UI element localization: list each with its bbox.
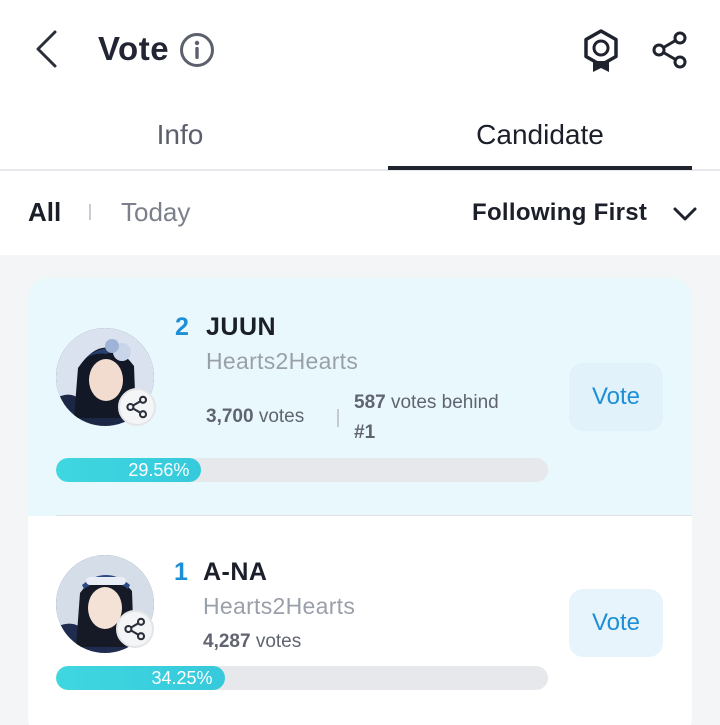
tab-candidate[interactable]: Candidate [388, 100, 692, 169]
filter-all[interactable]: All [28, 197, 61, 228]
candidate-row: 2 JUUN Hearts2Hearts 3,700 votes 587 vot… [28, 278, 692, 516]
candidate-list: 2 JUUN Hearts2Hearts 3,700 votes 587 vot… [28, 278, 692, 725]
filter-bar: All Today Following First [0, 171, 720, 255]
rank-number: 2 [175, 313, 189, 341]
active-tab-indicator [388, 166, 692, 170]
share-icon [652, 31, 687, 69]
share-button[interactable] [650, 30, 690, 70]
votes-behind: 587 votes behind #1 [354, 388, 544, 448]
avatar-share-button[interactable] [116, 610, 154, 648]
chevron-down-icon[interactable] [672, 205, 698, 223]
tab-bar: Info Candidate [0, 100, 720, 171]
vote-count: 4,287 votes [203, 631, 301, 653]
candidate-group: Hearts2Hearts [203, 593, 356, 619]
filter-today[interactable]: Today [121, 197, 190, 228]
vote-button[interactable]: Vote [569, 363, 663, 431]
vote-count: 3,700 votes [206, 406, 304, 428]
candidate-row: 1 A-NA Hearts2Hearts 4,287 votes Vote 34… [28, 516, 692, 725]
top-bar: Vote [0, 0, 720, 100]
info-button[interactable] [179, 32, 215, 68]
share-icon [124, 617, 146, 641]
candidate-group: Hearts2Hearts [206, 348, 359, 374]
vote-button[interactable]: Vote [569, 589, 663, 657]
avatar-share-button[interactable] [118, 388, 156, 426]
vote-share-percent: 34.25% [151, 668, 213, 688]
chevron-left-icon [36, 30, 57, 68]
vote-share-bar: 34.25% [56, 666, 548, 690]
medal-badge-icon [584, 29, 618, 72]
back-button[interactable] [30, 28, 62, 70]
rank-number: 1 [174, 558, 188, 586]
candidate-name: JUUN [206, 313, 277, 341]
votes-behind-label: votes behind [390, 392, 499, 413]
stat-divider [337, 409, 339, 427]
info-icon [180, 33, 214, 67]
votes-behind-number: 587 [354, 392, 386, 413]
vote-count-number: 3,700 [206, 406, 254, 427]
filter-divider [89, 204, 91, 220]
vote-count-number: 4,287 [203, 631, 251, 652]
tab-info[interactable]: Info [0, 100, 360, 169]
vote-share-bar: 29.56% [56, 458, 548, 482]
page-title: Vote [98, 30, 170, 67]
badge-button[interactable] [580, 28, 622, 74]
candidate-name: A-NA [203, 558, 268, 586]
vote-count-label: votes [258, 406, 305, 427]
sort-dropdown[interactable]: Following First [472, 199, 647, 227]
vote-count-label: votes [255, 631, 302, 652]
vote-share-percent: 29.56% [128, 460, 190, 480]
votes-behind-target: #1 [354, 422, 376, 443]
share-icon [126, 395, 148, 419]
